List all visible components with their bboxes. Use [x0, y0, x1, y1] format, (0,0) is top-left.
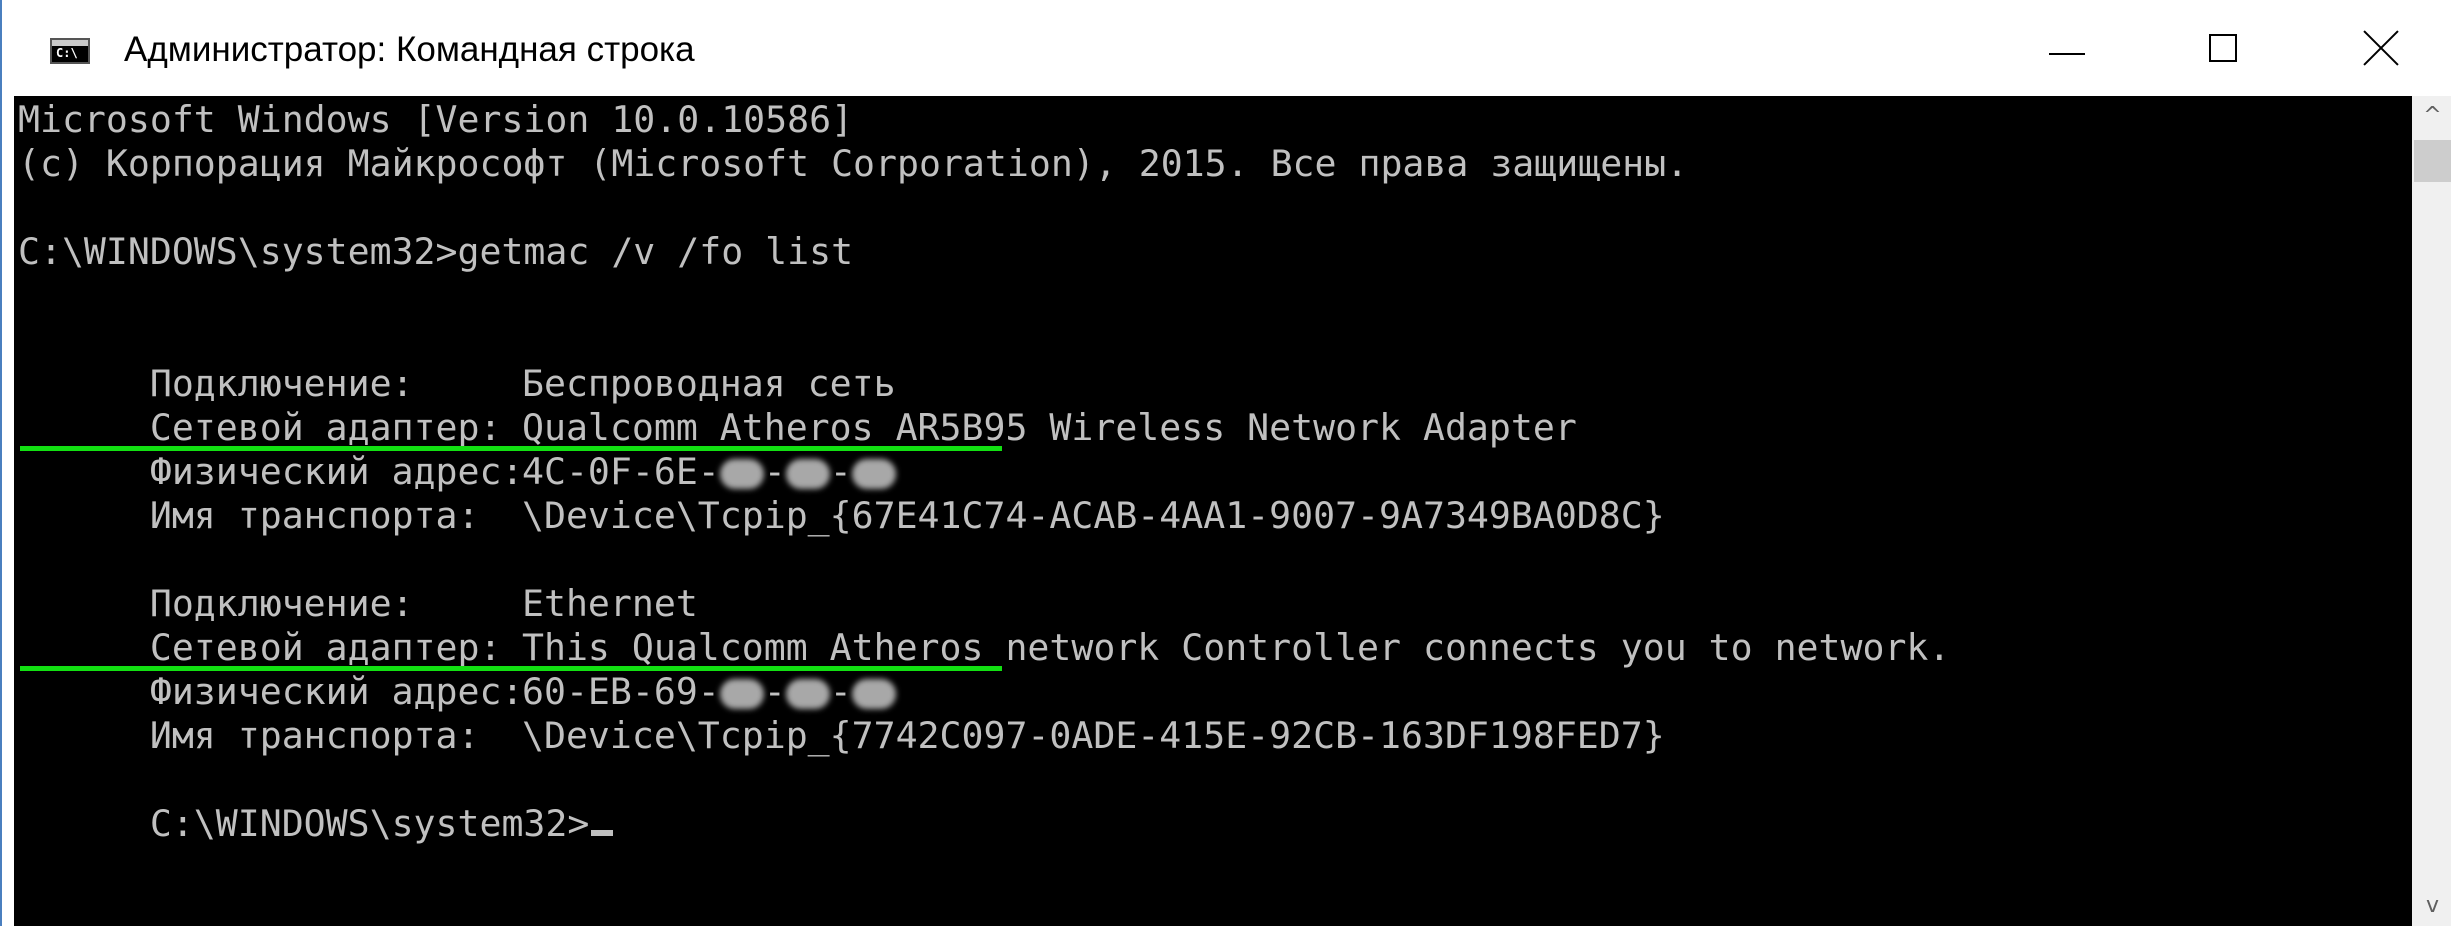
cmd-icon-label: C:\ [56, 46, 78, 60]
maximize-button[interactable] [2147, 0, 2305, 96]
maximize-icon [2209, 34, 2237, 62]
mac-redacted-block [719, 678, 764, 709]
header-line-copyright: (c) Корпорация Майкрософт (Microsoft Cor… [18, 142, 1689, 185]
transport-value: \Device\Tcpip_{7742C097-0ADE-415E-92CB-1… [522, 714, 1665, 757]
scroll-down-arrow-icon[interactable]: v [2412, 886, 2451, 926]
transport-label: Имя транспорта: [149, 494, 480, 537]
mac-redacted-block [851, 458, 896, 489]
mac-redacted-block [851, 678, 896, 709]
mac-value: 4C-0F-6E- - - [522, 450, 896, 494]
connection-value: Беспроводная сеть [522, 362, 896, 405]
title-bar[interactable]: C:\ Администратор: Командная строка [2, 0, 2451, 96]
mac-value: 60-EB-69- - - [522, 670, 896, 714]
mac-separator: - [829, 450, 852, 493]
prompt-text: C:\WINDOWS\system32> [149, 802, 590, 845]
scrollbar-thumb[interactable] [2414, 140, 2451, 182]
transport-label: Имя транспорта: [149, 714, 480, 757]
adapter-value: This Qualcomm Atheros network Controller… [522, 626, 1951, 669]
mac-visible-part: 60-EB-69- [522, 670, 720, 713]
mac-visible-part: 4C-0F-6E- [522, 450, 720, 493]
transport-value: \Device\Tcpip_{67E41C74-ACAB-4AA1-9007-9… [522, 494, 1665, 537]
close-button[interactable] [2305, 0, 2451, 96]
close-icon [2363, 30, 2399, 66]
command-prompt-window: C:\ Администратор: Командная строка Micr… [0, 0, 2451, 926]
adapter-value: Qualcomm Atheros AR5B95 Wireless Network… [522, 406, 1577, 449]
mac-redacted-block [785, 458, 830, 489]
mac-separator: - [829, 670, 852, 713]
minimize-icon [2049, 53, 2085, 55]
console-output[interactable]: Microsoft Windows [Version 10.0.10586] (… [14, 96, 2412, 926]
connection-value: Ethernet [522, 582, 698, 625]
mac-separator: - [763, 670, 786, 713]
prompt-line[interactable]: C:\WINDOWS\system32> [18, 758, 614, 890]
mac-redacted-block [719, 458, 764, 489]
header-line-version: Microsoft Windows [Version 10.0.10586] [18, 98, 854, 141]
command-line: C:\WINDOWS\system32>getmac /v /fo list [18, 230, 854, 273]
mac-redacted-block [785, 678, 830, 709]
vertical-scrollbar[interactable]: ^ v [2412, 96, 2451, 926]
mac-separator: - [763, 450, 786, 493]
text-cursor [591, 830, 614, 836]
window-title: Администратор: Командная строка [124, 30, 695, 69]
minimize-button[interactable] [1989, 0, 2147, 96]
scroll-up-arrow-icon[interactable]: ^ [2412, 96, 2451, 136]
cmd-icon[interactable]: C:\ [50, 38, 90, 64]
